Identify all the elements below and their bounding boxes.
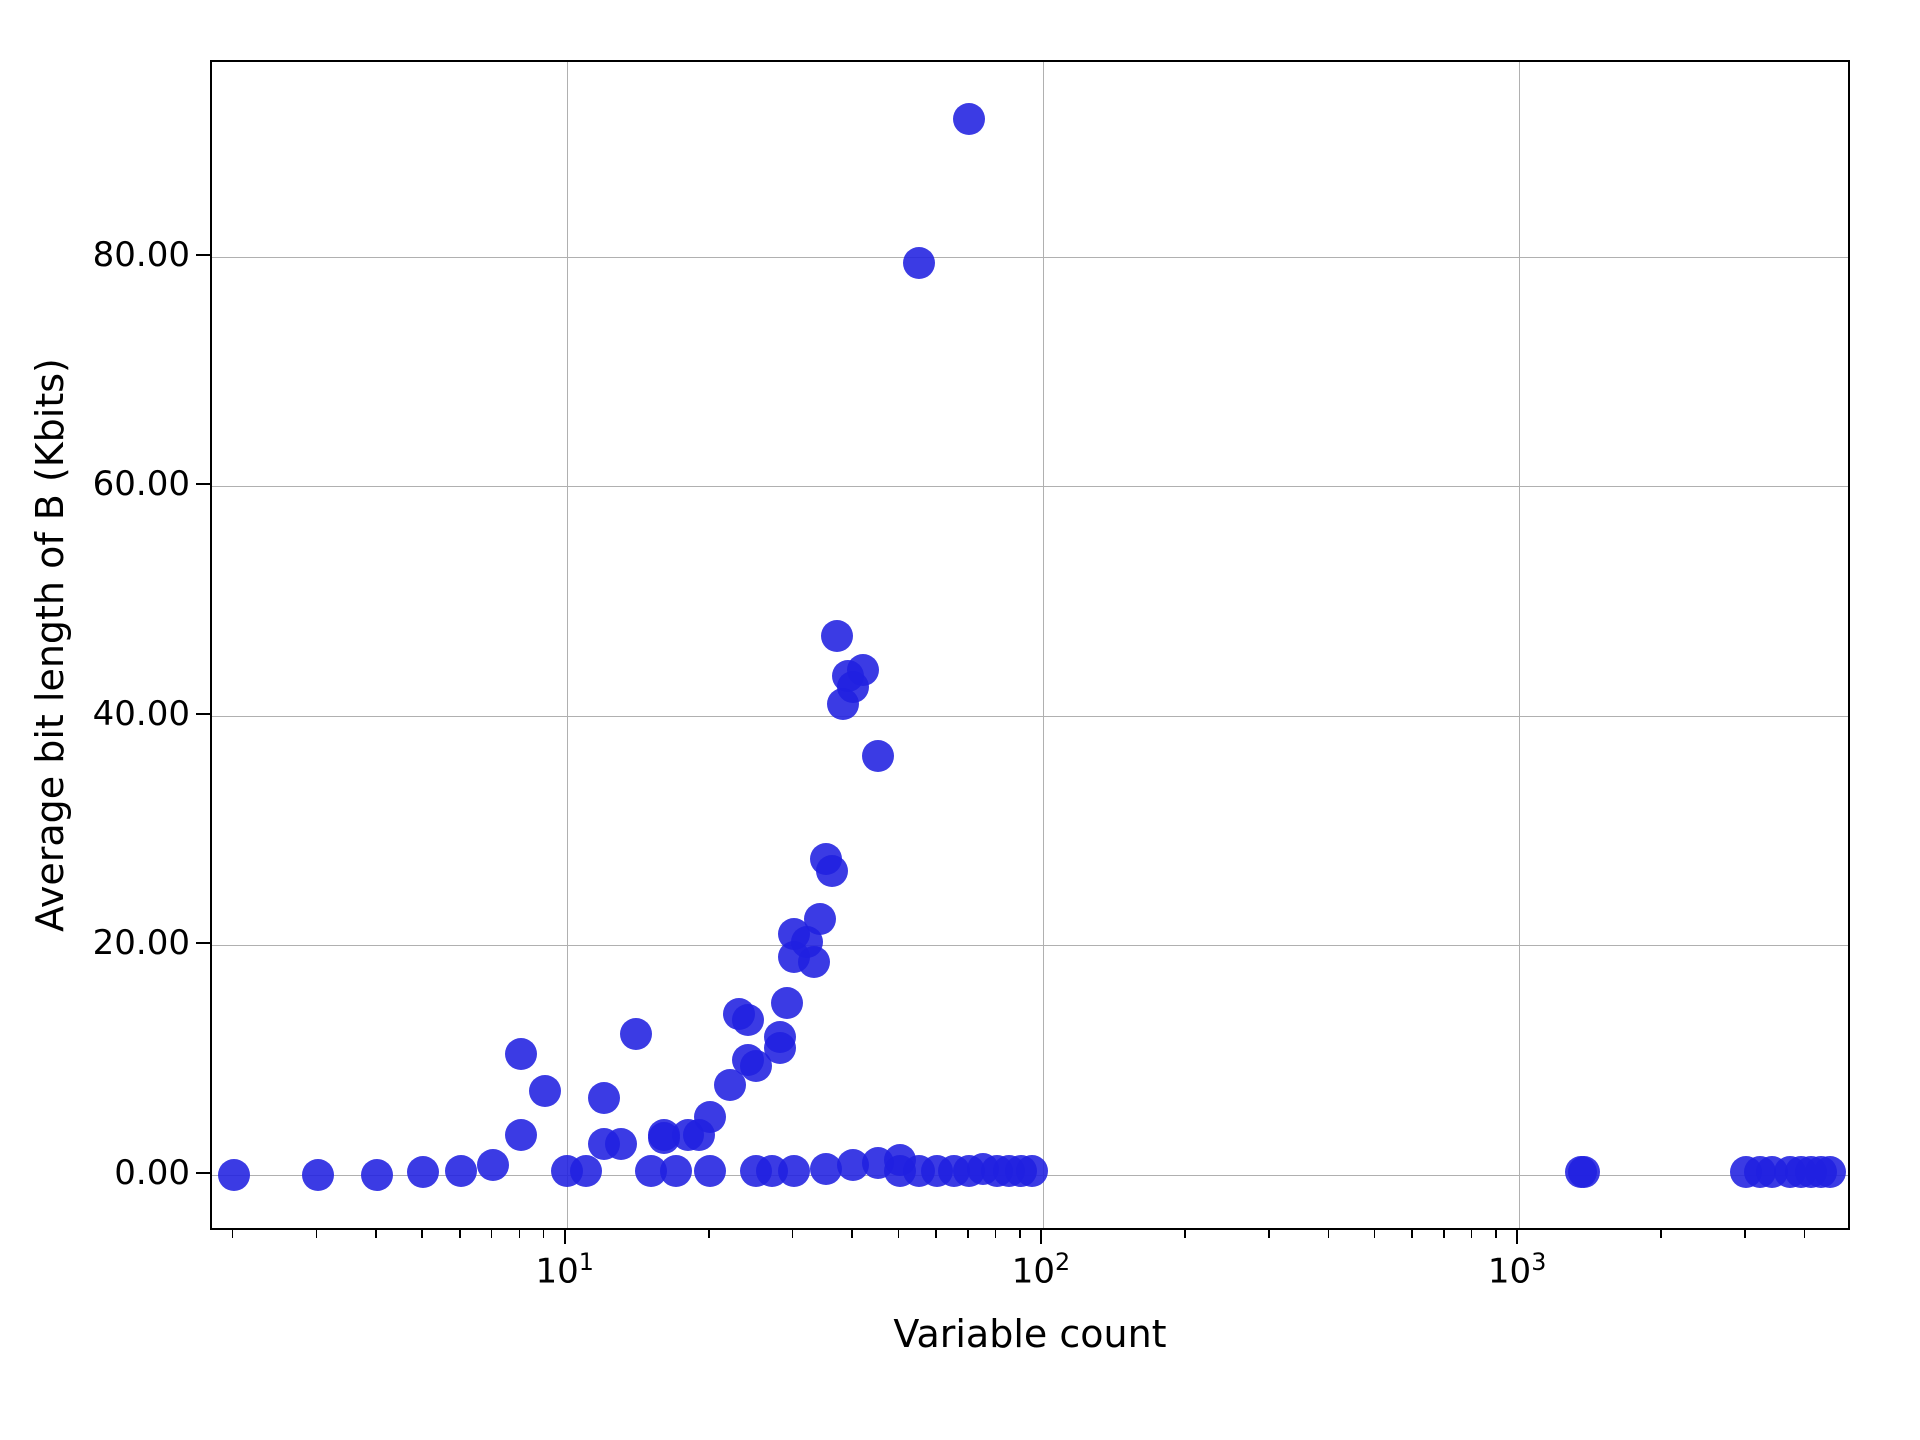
xtick-minor xyxy=(1184,1230,1186,1238)
scatter-point xyxy=(407,1156,439,1188)
scatter-point xyxy=(1016,1155,1048,1187)
scatter-point xyxy=(361,1159,393,1191)
xtick xyxy=(564,1230,566,1244)
ytick-label: 0.00 xyxy=(114,1153,190,1193)
xtick-minor xyxy=(995,1230,997,1238)
scatter-point xyxy=(816,855,848,887)
scatter-point xyxy=(445,1155,477,1187)
ytick xyxy=(196,942,210,944)
xtick-minor xyxy=(1495,1230,1497,1238)
scatter-point xyxy=(694,1155,726,1187)
xtick-minor xyxy=(232,1230,234,1238)
xtick-minor xyxy=(1744,1230,1746,1238)
xtick-minor xyxy=(421,1230,423,1238)
xtick-label: 101 xyxy=(535,1248,593,1291)
plot-area xyxy=(210,60,1850,1230)
xtick-minor xyxy=(519,1230,521,1238)
scatter-point xyxy=(862,740,894,772)
y-axis-label: Average bit length of B (Kbits) xyxy=(28,358,72,932)
ytick xyxy=(196,1172,210,1174)
xtick-minor xyxy=(967,1230,969,1238)
gridline-v xyxy=(567,62,568,1228)
xtick-minor xyxy=(851,1230,853,1238)
xtick-minor xyxy=(543,1230,545,1238)
xtick-minor xyxy=(316,1230,318,1238)
gridline-h xyxy=(212,257,1848,258)
xtick-minor xyxy=(1374,1230,1376,1238)
scatter-point xyxy=(477,1149,509,1181)
scatter-point xyxy=(732,1004,764,1036)
gridline-h xyxy=(212,486,1848,487)
xtick-minor xyxy=(898,1230,900,1238)
scatter-point xyxy=(1814,1156,1846,1188)
ytick xyxy=(196,254,210,256)
scatter-point xyxy=(605,1128,637,1160)
xtick-minor xyxy=(459,1230,461,1238)
ytick xyxy=(196,713,210,715)
ytick-label: 20.00 xyxy=(93,923,190,963)
ytick-label: 80.00 xyxy=(93,235,190,275)
xtick-minor xyxy=(1411,1230,1413,1238)
scatter-point xyxy=(529,1075,561,1107)
scatter-point xyxy=(764,1021,796,1053)
xtick-label: 103 xyxy=(1488,1248,1546,1291)
xtick xyxy=(1516,1230,1518,1244)
ytick-label: 40.00 xyxy=(93,694,190,734)
scatter-point xyxy=(302,1159,334,1191)
xtick-minor xyxy=(1268,1230,1270,1238)
scatter-point xyxy=(505,1119,537,1151)
gridline-v xyxy=(1519,62,1520,1228)
scatter-point xyxy=(694,1101,726,1133)
scatter-point xyxy=(771,987,803,1019)
scatter-point xyxy=(953,103,985,135)
xtick-minor xyxy=(1660,1230,1662,1238)
ytick xyxy=(196,483,210,485)
xtick-minor xyxy=(792,1230,794,1238)
ytick-label: 60.00 xyxy=(93,464,190,504)
scatter-point xyxy=(570,1155,602,1187)
xtick-minor xyxy=(1443,1230,1445,1238)
scatter-point xyxy=(903,247,935,279)
xtick-minor xyxy=(1328,1230,1330,1238)
figure: Variable count Average bit length of B (… xyxy=(0,0,1920,1440)
xtick-minor xyxy=(708,1230,710,1238)
gridline-h xyxy=(212,716,1848,717)
scatter-point xyxy=(1568,1156,1600,1188)
scatter-point xyxy=(778,1155,810,1187)
scatter-point xyxy=(798,946,830,978)
x-axis-label: Variable count xyxy=(893,1312,1166,1356)
scatter-point xyxy=(588,1082,620,1114)
scatter-point xyxy=(660,1155,692,1187)
xtick-label: 102 xyxy=(1012,1248,1070,1291)
scatter-point xyxy=(505,1038,537,1070)
scatter-point xyxy=(804,903,836,935)
xtick-minor xyxy=(491,1230,493,1238)
xtick xyxy=(1040,1230,1042,1244)
scatter-point xyxy=(847,654,879,686)
gridline-v xyxy=(1043,62,1044,1228)
scatter-point xyxy=(821,620,853,652)
xtick-minor xyxy=(1804,1230,1806,1238)
xtick-minor xyxy=(1019,1230,1021,1238)
xtick-minor xyxy=(375,1230,377,1238)
scatter-point xyxy=(620,1018,652,1050)
gridline-h xyxy=(212,945,1848,946)
scatter-point xyxy=(218,1159,250,1191)
xtick-minor xyxy=(935,1230,937,1238)
xtick-minor xyxy=(1471,1230,1473,1238)
